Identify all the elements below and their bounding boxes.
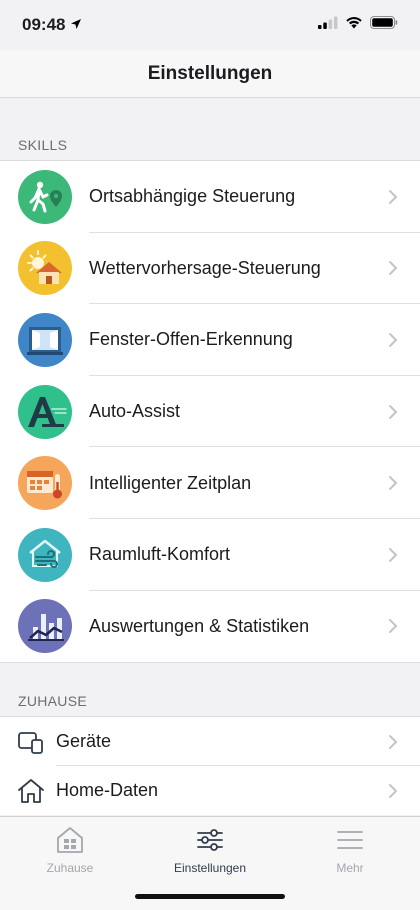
- skill-label: Auto-Assist: [89, 401, 181, 422]
- chevron-right-icon: [378, 468, 408, 498]
- skill-row-weather[interactable]: Wettervorhersage-Steuerung: [0, 233, 420, 305]
- skill-label: Fenster-Offen-Erkennung: [89, 329, 293, 350]
- tab-mehr[interactable]: Mehr: [280, 823, 420, 875]
- skill-label: Raumluft-Komfort: [89, 544, 231, 565]
- skills-list: Ortsabhängige Steuerung Wettervorhersage…: [0, 160, 420, 664]
- chevron-right-icon: [378, 397, 408, 427]
- section-header-skills: SKILLS: [18, 137, 68, 153]
- house-outline-icon: [16, 776, 46, 806]
- skill-row-smart-schedule[interactable]: Intelligenter Zeitplan: [0, 447, 420, 519]
- clock-text: 09:48: [22, 15, 66, 34]
- status-indicators: [318, 16, 398, 34]
- chevron-right-icon: [378, 776, 408, 806]
- battery-icon: [370, 16, 398, 34]
- status-bar: 09:48: [0, 0, 420, 50]
- chevron-right-icon: [378, 611, 408, 641]
- geofencing-walker-icon: [18, 169, 72, 224]
- tab-einstellungen[interactable]: Einstellungen: [140, 823, 280, 875]
- chevron-right-icon: [378, 540, 408, 570]
- home-indicator[interactable]: [135, 894, 285, 899]
- cellular-signal-icon: [318, 16, 338, 34]
- skill-row-auto-assist[interactable]: Auto-Assist: [0, 376, 420, 448]
- chevron-right-icon: [378, 325, 408, 355]
- page-title: Einstellungen: [147, 62, 273, 84]
- navigation-header: Einstellungen: [0, 50, 420, 98]
- hamburger-menu-icon: [333, 823, 367, 857]
- open-window-icon: [18, 312, 72, 367]
- statistics-chart-icon: [18, 599, 72, 654]
- skill-row-statistics[interactable]: Auswertungen & Statistiken: [0, 591, 420, 663]
- tab-label: Mehr: [336, 861, 364, 875]
- chevron-right-icon: [378, 182, 408, 212]
- skill-label: Auswertungen & Statistiken: [89, 615, 310, 636]
- home-list: Geräte Home-Daten: [0, 716, 420, 815]
- sliders-icon: [193, 823, 227, 857]
- devices-icon: [16, 727, 46, 757]
- skill-row-geofencing[interactable]: Ortsabhängige Steuerung: [0, 161, 420, 233]
- skill-label: Wettervorhersage-Steuerung: [89, 257, 321, 278]
- home-row-home-data[interactable]: Home-Daten: [0, 766, 420, 815]
- skill-label: Ortsabhängige Steuerung: [89, 186, 296, 207]
- home-item-label: Geräte: [56, 731, 112, 751]
- tab-label: Einstellungen: [173, 861, 247, 875]
- tab-label: Zuhause: [46, 861, 94, 875]
- auto-assist-a-icon: [18, 384, 72, 439]
- skill-row-air-comfort[interactable]: Raumluft-Komfort: [0, 519, 420, 591]
- home-row-devices[interactable]: Geräte: [0, 717, 420, 766]
- chevron-right-icon: [378, 727, 408, 757]
- calendar-thermometer-icon: [18, 456, 72, 511]
- wifi-icon: [345, 16, 363, 34]
- status-time: 09:48: [22, 15, 82, 35]
- chevron-right-icon: [378, 253, 408, 283]
- air-comfort-house-icon: [18, 527, 72, 582]
- skill-label: Intelligenter Zeitplan: [89, 472, 252, 493]
- skill-row-open-window[interactable]: Fenster-Offen-Erkennung: [0, 304, 420, 376]
- tab-zuhause[interactable]: Zuhause: [0, 823, 140, 875]
- section-header-home: ZUHAUSE: [18, 693, 87, 709]
- weather-sun-house-icon: [18, 241, 72, 296]
- house-grid-icon: [53, 823, 87, 857]
- location-arrow-icon: [70, 15, 82, 35]
- home-item-label: Home-Daten: [56, 780, 159, 800]
